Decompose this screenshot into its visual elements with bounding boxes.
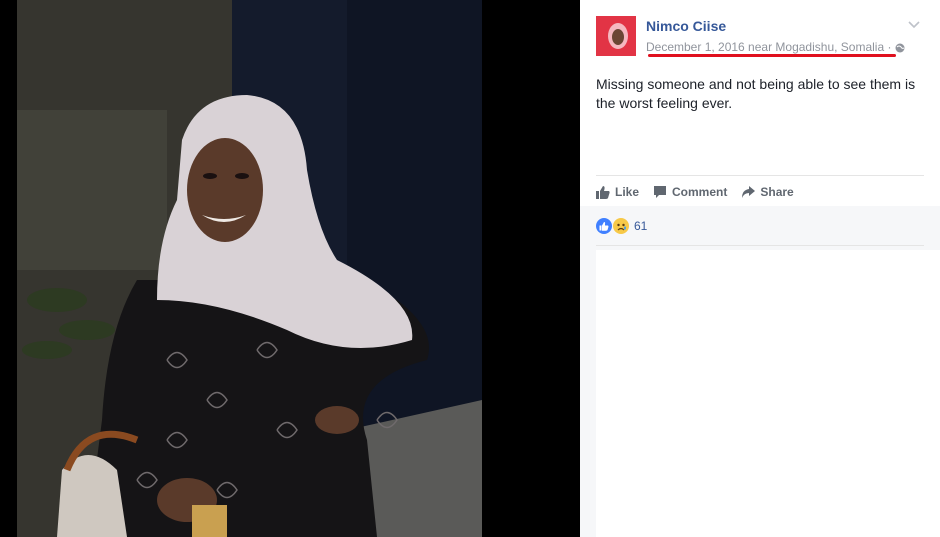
share-label: Share [760,185,794,199]
post-text: Missing someone and not being able to se… [596,76,916,111]
share-icon [741,185,756,199]
feedback-area: 61 [580,206,940,537]
post-sidebar: Nimco Ciise December 1, 2016 near Mogadi… [580,0,940,537]
comments-section [596,250,940,537]
comment-button[interactable]: Comment [653,183,727,199]
avatar[interactable] [596,16,636,56]
avatar-image [596,16,636,56]
reaction-summary[interactable]: 61 [596,218,924,246]
post-meta: December 1, 2016 near Mogadishu, Somalia… [646,40,905,54]
thumbs-up-icon [596,185,610,199]
comment-label: Comment [672,185,728,199]
comment-icon [653,185,667,199]
like-reaction-icon [596,218,612,234]
author-name[interactable]: Nimco Ciise [646,18,726,34]
globe-icon[interactable] [895,43,905,53]
sad-reaction-icon [613,218,629,234]
like-label: Like [615,185,640,199]
share-button[interactable]: Share [741,183,794,199]
reaction-count[interactable]: 61 [634,218,647,234]
photo-viewer [0,0,580,537]
post-actions: Like Comment Share [596,175,924,206]
post-photo[interactable] [17,0,482,537]
like-button[interactable]: Like [596,183,639,199]
chevron-down-icon[interactable] [908,18,920,32]
post-timestamp-location[interactable]: December 1, 2016 near Mogadishu, Somalia… [646,40,895,54]
highlight-underline [648,54,896,57]
photo-illustration [17,0,482,537]
